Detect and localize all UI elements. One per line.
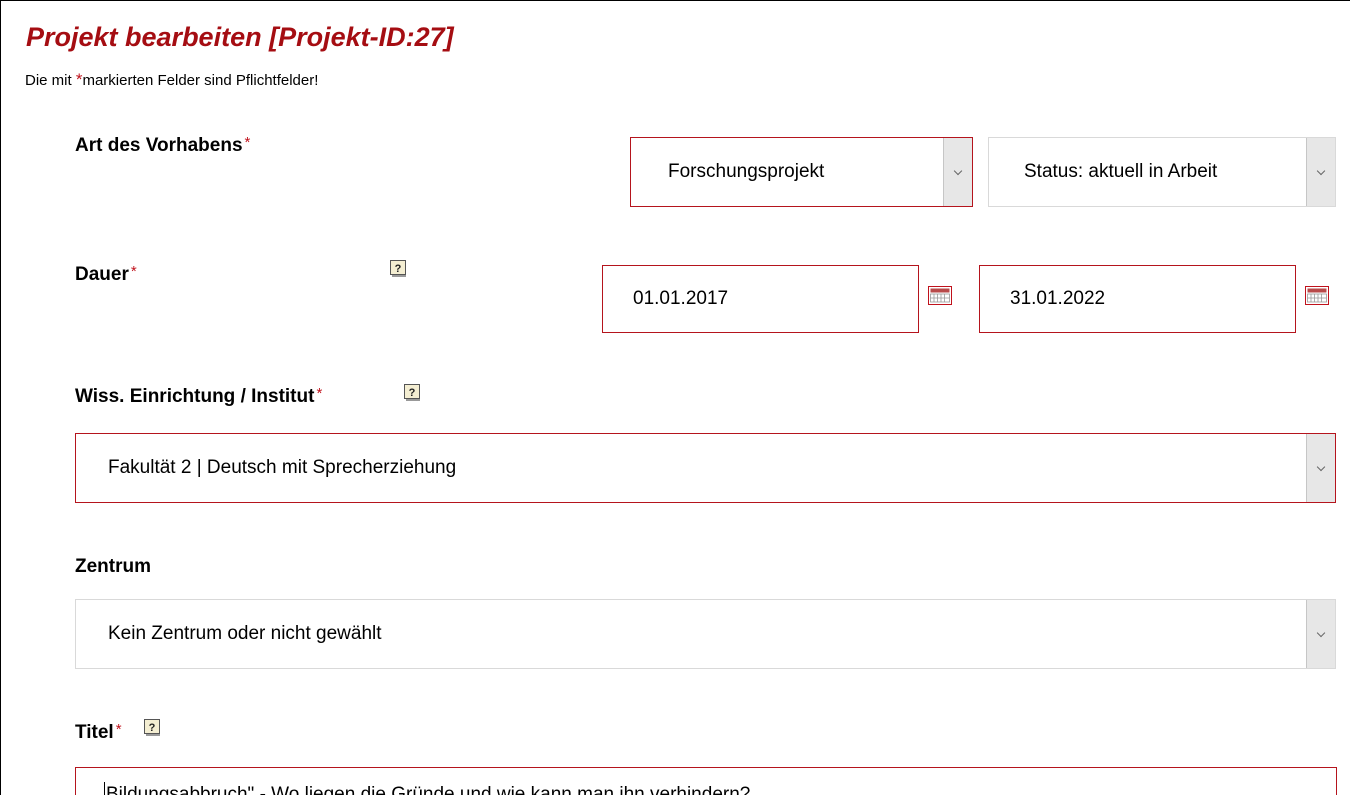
status-value: Status: aktuell in Arbeit (1024, 161, 1218, 182)
page-title: Projekt bearbeiten [Projekt-ID:27] (26, 22, 454, 52)
start-date-input[interactable]: 01.01.2017 (602, 265, 919, 333)
svg-text:?: ? (149, 722, 156, 734)
svg-text:?: ? (409, 387, 416, 399)
project-type-select[interactable]: Forschungsprojekt (630, 137, 973, 207)
end-date-input[interactable]: 31.01.2022 (979, 265, 1296, 333)
einrichtung-value: Fakultät 2 | Deutsch mit Sprecherziehung (108, 457, 457, 478)
dauer-label-text: Dauer (75, 264, 129, 285)
chevron-down-icon[interactable] (1306, 138, 1335, 206)
required-star: * (130, 263, 137, 280)
titel-value: Bildungsabbruch" - Wo liegen die Gründe … (106, 784, 751, 795)
help-question-icon[interactable]: ? (390, 260, 407, 278)
project-type-value: Forschungsprojekt (668, 161, 825, 182)
help-question-icon[interactable]: ? (144, 719, 161, 737)
titel-label-text: Titel (75, 722, 114, 743)
required-star: * (316, 385, 323, 402)
einrichtung-select[interactable]: Fakultät 2 | Deutsch mit Sprecherziehung (75, 433, 1336, 503)
art-label-text: Art des Vorhabens (75, 135, 243, 156)
status-select[interactable]: Status: aktuell in Arbeit (988, 137, 1336, 207)
art-des-vorhabens-label: Art des Vorhabens * (75, 134, 250, 157)
dauer-label: Dauer * (75, 263, 137, 286)
titel-label: Titel * (75, 721, 122, 744)
help-question-icon[interactable]: ? (404, 384, 421, 402)
calendar-icon[interactable] (1305, 286, 1329, 305)
required-fields-note: Die mit *markierten Felder sind Pflichtf… (25, 70, 318, 90)
einrichtung-label: Wiss. Einrichtung / Institut * (75, 385, 322, 408)
zentrum-label: Zentrum (75, 556, 151, 577)
svg-text:?: ? (395, 263, 402, 275)
zentrum-value: Kein Zentrum oder nicht gewählt (108, 623, 382, 644)
required-note-prefix: Die mit (25, 72, 76, 89)
form-page: Projekt bearbeiten [Projekt-ID:27] Die m… (0, 0, 1350, 795)
calendar-icon[interactable] (928, 286, 952, 305)
chevron-down-icon[interactable] (1306, 600, 1335, 668)
text-caret (104, 782, 105, 795)
titel-input[interactable]: Bildungsabbruch" - Wo liegen die Gründe … (75, 767, 1337, 795)
chevron-down-icon[interactable] (943, 138, 972, 206)
required-note-suffix: markierten Felder sind Pflichtfelder! (82, 72, 319, 89)
zentrum-select[interactable]: Kein Zentrum oder nicht gewählt (75, 599, 1336, 669)
einrichtung-label-text: Wiss. Einrichtung / Institut (75, 386, 315, 407)
required-star: * (115, 721, 122, 738)
required-star: * (244, 134, 251, 151)
chevron-down-icon[interactable] (1306, 434, 1335, 502)
